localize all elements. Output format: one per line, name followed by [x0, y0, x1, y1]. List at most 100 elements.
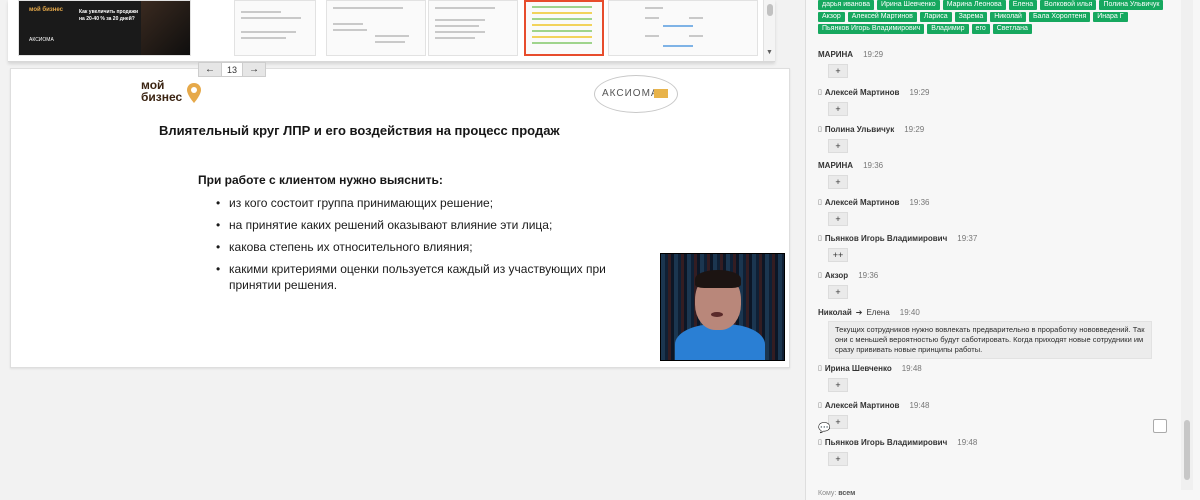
- user-icon: ▯: [818, 439, 822, 446]
- participant-chip[interactable]: Марина Леонова: [942, 0, 1006, 10]
- message-author[interactable]: Полина Ульвичук: [825, 125, 894, 134]
- message-time: 19:29: [863, 49, 884, 59]
- thumb-brand: АКСИОМА: [29, 37, 54, 43]
- message-plus-badge[interactable]: +: [828, 285, 848, 299]
- message-header: ▯ Пьянков Игорь Владимирович 19:48: [818, 436, 1173, 448]
- message-plus-badge[interactable]: +: [828, 139, 848, 153]
- message-header: ▯ Полина Ульвичук 19:29: [818, 123, 1173, 135]
- message-author[interactable]: Алексей Мартинов: [825, 88, 900, 97]
- chat-message: ▯ Полина Ульвичук 19:29 +: [818, 123, 1173, 153]
- slide-thumbnails: мой бизнес Как увеличить продажи на 20-4…: [8, 0, 775, 62]
- message-time: 19:36: [909, 197, 930, 207]
- thumbnail-slide-6[interactable]: [608, 0, 758, 56]
- recipient-line[interactable]: Кому: всем: [818, 490, 855, 497]
- slide-title: Влиятельный круг ЛПР и его воздействия н…: [159, 123, 560, 138]
- user-icon: ▯: [818, 402, 822, 409]
- message-header: ▯ Алексей Мартинов 19:36: [818, 196, 1173, 208]
- bullet-item: из кого состоит группа принимающих решен…: [216, 195, 616, 211]
- user-icon: ▯: [818, 126, 822, 133]
- message-plus-badge[interactable]: +: [828, 452, 848, 466]
- message-plus-badge[interactable]: +: [828, 212, 848, 226]
- participant-chip[interactable]: Лариса: [919, 12, 952, 22]
- participant-chip[interactable]: Акзор: [818, 12, 845, 22]
- next-slide-button[interactable]: →: [243, 63, 265, 76]
- thumbnail-slide-4[interactable]: [428, 0, 518, 56]
- participant-chip[interactable]: Бала Хоролтеня: [1028, 12, 1091, 22]
- participant-chip[interactable]: Полина Ульвичук: [1099, 0, 1164, 10]
- speaker-video[interactable]: [660, 253, 785, 361]
- message-time: 19:48: [957, 437, 978, 447]
- thumbnail-slide-current[interactable]: [524, 0, 604, 56]
- message-author[interactable]: Пьянков Игорь Владимирович: [825, 438, 947, 447]
- participant-chip[interactable]: Николай: [990, 12, 1026, 22]
- message-author[interactable]: Ирина Шевченко: [825, 364, 892, 373]
- user-icon: ▯: [818, 235, 822, 242]
- slide-subtitle: При работе с клиентом нужно выяснить:: [198, 173, 443, 187]
- participant-chip[interactable]: Пьянков Игорь Владимирович: [818, 24, 925, 34]
- thumbnail-slide-3[interactable]: [326, 0, 426, 56]
- thumb-logo: мой бизнес: [29, 7, 63, 13]
- message-plus-badge[interactable]: +: [828, 175, 848, 189]
- participant-chip[interactable]: Инара Г: [1093, 12, 1128, 22]
- chat-message: ▯ Акзор 19:36 +: [818, 269, 1173, 299]
- message-plus-badge[interactable]: +: [828, 102, 848, 116]
- message-header: ▯ Пьянков Игорь Владимирович 19:37: [818, 232, 1173, 244]
- message-time: 19:48: [909, 400, 930, 410]
- message-author[interactable]: Пьянков Игорь Владимирович: [825, 234, 947, 243]
- message-header: ▯ Алексей Мартинов 19:48: [818, 399, 1173, 411]
- message-author[interactable]: Николай: [818, 308, 852, 317]
- chat-checkbox[interactable]: [1153, 419, 1167, 433]
- message-author[interactable]: Алексей Мартинов: [825, 198, 900, 207]
- participant-chip[interactable]: Елена: [1008, 0, 1038, 10]
- bullet-item: какими критериями оценки пользуется кажд…: [216, 261, 616, 293]
- message-time: 19:37: [957, 233, 978, 243]
- chat-message: ▯ Алексей Мартинов 19:36 +: [818, 196, 1173, 226]
- participant-chip[interactable]: Алексей Мартинов: [847, 12, 917, 22]
- message-time: 19:40: [899, 307, 920, 317]
- message-header: МАРИНА 19:36: [818, 159, 1173, 171]
- participant-chip[interactable]: Ирина Шевченко: [877, 0, 940, 10]
- participant-chips: дарья иванова Ирина Шевченко Марина Леонов…: [818, 0, 1168, 34]
- message-header: ▯ Алексей Мартинов 19:29: [818, 86, 1173, 98]
- message-plus-badge[interactable]: ++: [828, 248, 848, 262]
- message-author[interactable]: Алексей Мартинов: [825, 401, 900, 410]
- message-author[interactable]: Акзор: [825, 271, 848, 280]
- scroll-down-icon[interactable]: ▼: [766, 49, 773, 56]
- participant-chip[interactable]: дарья иванова: [818, 0, 874, 10]
- message-plus-badge[interactable]: +: [828, 378, 848, 392]
- message-recipient[interactable]: Елена: [866, 308, 889, 317]
- thumbnail-slide-1[interactable]: мой бизнес Как увеличить продажи на 20-4…: [18, 0, 191, 56]
- message-time: 19:29: [904, 124, 925, 134]
- chat-message: Николай ➔ Елена 19:40 Текущих сотрудников ну…: [818, 306, 1173, 359]
- thumbnail-slide-2[interactable]: [234, 0, 316, 56]
- participant-chip[interactable]: Светлана: [992, 24, 1032, 34]
- message-header: Николай ➔ Елена 19:40: [818, 306, 1173, 318]
- chat-message: ▯ Пьянков Игорь Владимирович 19:48 +: [818, 436, 1173, 466]
- thumb-title: Как увеличить продажи на 20-40 % за 20 д…: [79, 9, 139, 22]
- message-time: 19:36: [863, 160, 884, 170]
- participant-chip[interactable]: Волковой илья: [1040, 0, 1097, 10]
- bullet-item: на принятие каких решений оказывают влия…: [216, 217, 616, 233]
- participant-chip[interactable]: его: [971, 24, 990, 34]
- participant-chip[interactable]: Владимир: [927, 24, 969, 34]
- webinar-app: мой бизнес Как увеличить продажи на 20-4…: [0, 0, 1200, 500]
- chat-scrollbar[interactable]: [1181, 0, 1193, 490]
- participant-chip[interactable]: Зарема: [954, 12, 988, 22]
- message-plus-badge[interactable]: +: [828, 415, 848, 429]
- scrollbar-thumb[interactable]: [1184, 420, 1190, 480]
- message-time: 19:48: [901, 363, 922, 373]
- location-pin-icon: [187, 83, 201, 103]
- thumbnails-scrollbar[interactable]: ▼: [763, 0, 775, 61]
- scrollbar-thumb[interactable]: [767, 4, 773, 16]
- slide-bullet-list: из кого состоит группа принимающих решен…: [216, 195, 616, 299]
- message-time: 19:29: [909, 87, 930, 97]
- message-plus-badge[interactable]: +: [828, 64, 848, 78]
- message-author[interactable]: МАРИНА: [818, 50, 853, 59]
- user-icon: ▯: [818, 199, 822, 206]
- message-author[interactable]: МАРИНА: [818, 161, 853, 170]
- speech-bubble-icon[interactable]: 💬: [818, 423, 830, 434]
- bullet-item: какова степень их относительного влияния…: [216, 239, 616, 255]
- chat-message: ▯ Ирина Шевченко 19:48 +: [818, 362, 1173, 392]
- prev-slide-button[interactable]: ←: [199, 63, 221, 76]
- message-text: Текущих сотрудников нужно вовлекать пред…: [828, 321, 1152, 359]
